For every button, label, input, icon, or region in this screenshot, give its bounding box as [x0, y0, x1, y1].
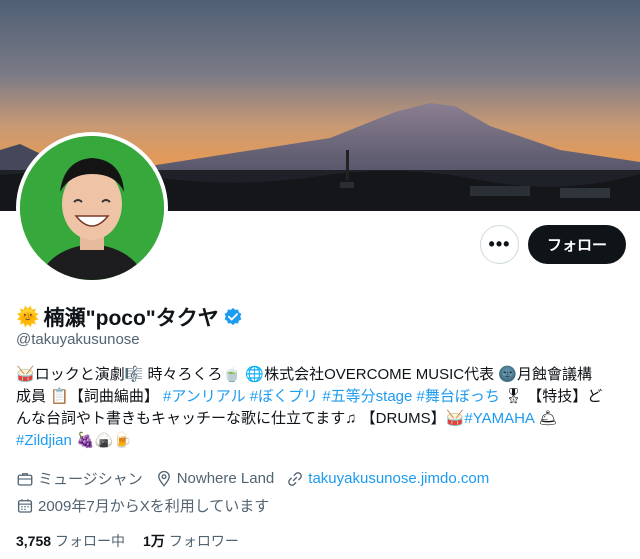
briefcase-icon [17, 472, 33, 486]
bio-text: 株式会社OVERCOME MUSIC代表 [264, 366, 499, 383]
tea-emoji-icon: 🍵 [222, 366, 242, 383]
bio-line-1: 🥁ロックと演劇🎼 時々ろくろ🍵 🌐株式会社OVERCOME MUSIC代表 🌚月… [16, 364, 630, 386]
hashtag-yamaha-link[interactable]: #YAMAHA [464, 410, 534, 427]
website-item[interactable]: takuyakusunose.jimdo.com [286, 470, 489, 488]
profile-meta: ミュージシャン Nowhere Land takuyakusunose.jimd… [16, 468, 489, 489]
location-item: Nowhere Land [155, 470, 275, 488]
drum-emoji-icon: 🥁 [445, 410, 465, 427]
bell-emoji-icon: 🛎 [538, 410, 558, 427]
bio-text: 成員 [16, 388, 51, 405]
hashtag-link[interactable]: #舞台ぼっち [417, 388, 500, 405]
website-link[interactable]: takuyakusunose.jimdo.com [308, 470, 489, 487]
location-pin-icon [157, 470, 170, 487]
beer-emoji-icon: 🍺 [113, 432, 133, 449]
avatar[interactable] [16, 132, 168, 284]
following-stat[interactable]: 3,758 フォロー中 [16, 531, 125, 551]
bio-line-2: 成員 📋【詞曲編曲】 #アンリアル #ぼくプリ #五等分stage #舞台ぼっち… [16, 386, 630, 408]
hashtag-link[interactable]: #五等分stage [322, 388, 412, 405]
globe-emoji-icon: 🌐 [245, 366, 265, 383]
bio-text: 時々ろくろ [143, 366, 223, 383]
more-options-button[interactable]: ••• [480, 225, 519, 264]
display-name: 楠瀬"poco"タクヤ [43, 307, 219, 330]
bio: 🥁ロックと演劇🎼 時々ろくろ🍵 🌐株式会社OVERCOME MUSIC代表 🌚月… [16, 364, 630, 452]
hashtag-link[interactable]: #アンリアル [163, 388, 246, 405]
drum-emoji-icon: 🥁 [16, 366, 35, 383]
category-text: ミュージシャン [38, 471, 143, 488]
follow-stats: 3,758 フォロー中 1万 フォロワー [16, 531, 239, 551]
link-icon [288, 471, 303, 486]
bio-text: ロックと演劇 [34, 366, 125, 383]
medal-emoji-icon: 🎖 [504, 388, 524, 405]
joined-text: 2009年7月からXを利用しています [38, 498, 270, 515]
followers-label: フォロワー [168, 533, 239, 549]
joined-item: 2009年7月からXを利用しています [16, 495, 269, 516]
hashtag-link[interactable]: #ぼくプリ [250, 388, 318, 405]
sun-emoji-icon: 🌞 [16, 307, 40, 328]
avatar-image [20, 136, 164, 280]
grapes-emoji-icon: 🍇 [76, 432, 95, 449]
music-score-emoji-icon: 🎼 [124, 366, 144, 383]
bio-text: んな台詞やト書きもキャッチーな歌に仕立てます♫ 【DRUMS】 [16, 410, 446, 427]
rice-ball-emoji-icon: 🍙 [94, 432, 114, 449]
bio-text: 月蝕會議構 [516, 366, 592, 383]
verified-badge-icon[interactable] [223, 307, 243, 327]
following-count: 3,758 [16, 533, 52, 549]
calendar-icon [17, 498, 33, 513]
clipboard-emoji-icon: 📋 [50, 388, 69, 405]
profile-name-row: 🌞 楠瀬"poco"タクヤ [16, 302, 243, 332]
following-label: フォロー中 [55, 533, 126, 549]
followers-count: 1万 [143, 533, 165, 549]
location-text: Nowhere Land [176, 470, 275, 487]
bio-line-3: んな台詞やト書きもキャッチーな歌に仕立てます♫ 【DRUMS】🥁#YAMAHA … [16, 408, 630, 430]
handle: @takuyakusunose [16, 331, 140, 348]
follow-button[interactable]: フォロー [528, 225, 626, 264]
moon-face-emoji-icon: 🌚 [498, 366, 517, 383]
category-item: ミュージシャン [16, 468, 143, 489]
bio-line-4: #Zildjian 🍇🍙🍺 [16, 430, 630, 452]
hashtag-zildjian-link[interactable]: #Zildjian [16, 432, 72, 449]
followers-stat[interactable]: 1万 フォロワー [143, 531, 239, 551]
bio-text: 【特技】ど [527, 388, 603, 405]
bio-text: 【詞曲編曲】 [68, 388, 164, 405]
